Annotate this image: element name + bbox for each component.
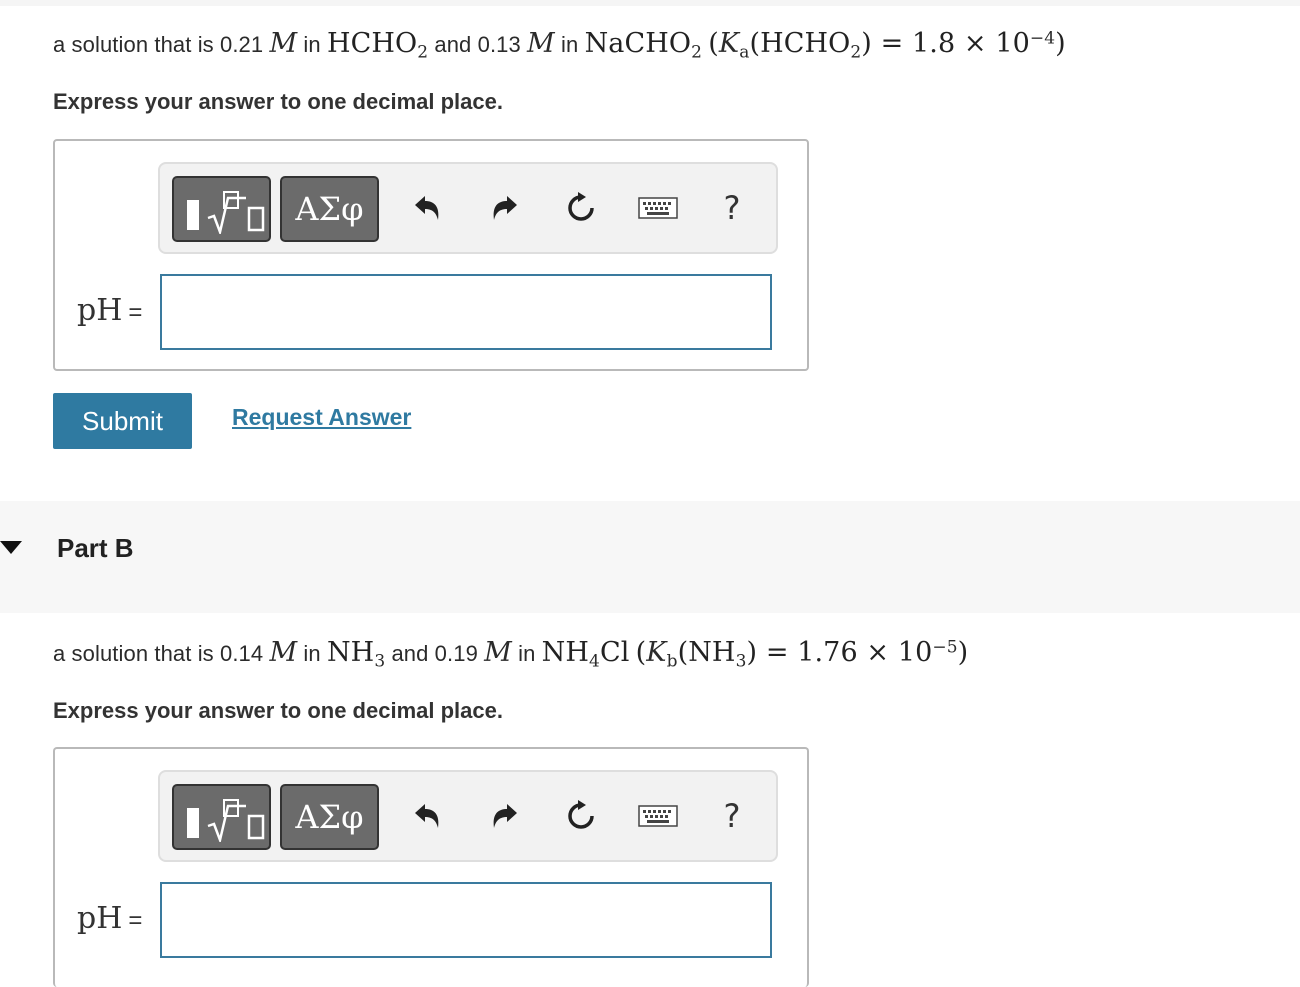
ph-label-text: pH bbox=[77, 293, 123, 328]
ph-answer-input[interactable] bbox=[160, 882, 772, 958]
equals-sign: = bbox=[128, 907, 143, 934]
request-answer-link[interactable]: Request Answer bbox=[232, 404, 411, 431]
exponent: −5 bbox=[932, 637, 958, 658]
ka-species: (HCHO bbox=[749, 28, 851, 59]
cursor-block-icon bbox=[187, 200, 199, 230]
ka-value: ) = 1.8 × 10 bbox=[861, 28, 1030, 59]
base-formula: NH bbox=[326, 637, 375, 668]
question-text: and 0.19 bbox=[391, 641, 478, 666]
salt-formula: Cl bbox=[599, 637, 630, 668]
math-toolbar: ΑΣφ ? bbox=[158, 770, 778, 862]
subscript: 3 bbox=[735, 651, 747, 672]
subscript: a bbox=[739, 42, 750, 63]
ph-label: pH = bbox=[77, 901, 142, 936]
reset-icon[interactable] bbox=[559, 184, 603, 232]
paren: ) bbox=[1055, 28, 1066, 59]
top-divider bbox=[0, 0, 1300, 6]
question-text: in bbox=[561, 32, 579, 57]
salt-formula: NaCHO bbox=[584, 28, 692, 59]
question-text: a solution that is 0.14 bbox=[53, 641, 264, 666]
instruction-part-a: Express your answer to one decimal place… bbox=[53, 89, 503, 114]
exponent: −4 bbox=[1029, 28, 1056, 49]
kb-symbol: K bbox=[646, 637, 667, 668]
redo-icon[interactable] bbox=[483, 792, 527, 840]
salt-formula: NH bbox=[541, 637, 590, 668]
kb-value: ) = 1.76 × 10 bbox=[746, 637, 933, 668]
greek-symbols-button[interactable]: ΑΣφ bbox=[280, 176, 379, 242]
subscript: b bbox=[666, 651, 678, 672]
keyboard-icon[interactable] bbox=[636, 792, 680, 840]
help-button[interactable]: ? bbox=[710, 184, 754, 232]
molar-unit: M bbox=[269, 28, 298, 59]
templates-button[interactable] bbox=[172, 176, 271, 242]
reset-icon[interactable] bbox=[559, 792, 603, 840]
molar-unit: M bbox=[527, 28, 555, 59]
keyboard-icon[interactable] bbox=[636, 184, 680, 232]
question-text: in bbox=[303, 32, 321, 57]
redo-icon[interactable] bbox=[483, 184, 527, 232]
instruction-part-b: Express your answer to one decimal place… bbox=[53, 698, 503, 723]
question-text: in bbox=[303, 641, 321, 666]
subscript: 2 bbox=[417, 42, 429, 63]
kb-species: (NH bbox=[677, 637, 736, 668]
undo-icon[interactable] bbox=[405, 792, 449, 840]
question-part-b: a solution that is 0.14 M in NH3 and 0.1… bbox=[53, 637, 968, 671]
undo-icon[interactable] bbox=[405, 184, 449, 232]
submit-button[interactable]: Submit bbox=[53, 393, 192, 449]
subscript: 3 bbox=[374, 651, 386, 672]
paren: ( bbox=[708, 28, 719, 59]
templates-sqrt-icon bbox=[207, 191, 265, 234]
help-button[interactable]: ? bbox=[710, 792, 754, 840]
answer-box-part-a: ΑΣφ ? pH = bbox=[53, 139, 809, 371]
paren: ) bbox=[957, 637, 969, 668]
ph-answer-input[interactable] bbox=[160, 274, 772, 350]
templates-button[interactable] bbox=[172, 784, 271, 850]
ph-label-text: pH bbox=[77, 901, 123, 936]
question-part-a: a solution that is 0.21 M in HCHO2 and 0… bbox=[53, 28, 1066, 62]
part-title: Part B bbox=[57, 533, 134, 563]
part-b-header[interactable]: Part B bbox=[0, 501, 1300, 613]
ka-symbol: K bbox=[718, 28, 740, 59]
math-toolbar: ΑΣφ ? bbox=[158, 162, 778, 254]
acid-formula: HCHO bbox=[326, 28, 418, 59]
question-text: and 0.13 bbox=[434, 32, 521, 57]
molar-unit: M bbox=[269, 637, 298, 668]
cursor-block-icon bbox=[187, 808, 199, 838]
paren: ( bbox=[635, 637, 647, 668]
greek-symbols-button[interactable]: ΑΣφ bbox=[280, 784, 379, 850]
molar-unit: M bbox=[484, 637, 512, 668]
question-text: in bbox=[518, 641, 536, 666]
subscript: 2 bbox=[850, 42, 862, 63]
subscript: 2 bbox=[691, 42, 703, 63]
ph-label: pH = bbox=[77, 293, 142, 328]
answer-box-part-b: ΑΣφ ? pH = bbox=[53, 747, 809, 987]
templates-sqrt-icon bbox=[207, 799, 265, 842]
question-text: a solution that is 0.21 bbox=[53, 32, 264, 57]
collapse-caret-icon[interactable] bbox=[0, 541, 22, 554]
equals-sign: = bbox=[128, 299, 143, 326]
subscript: 4 bbox=[589, 651, 600, 672]
